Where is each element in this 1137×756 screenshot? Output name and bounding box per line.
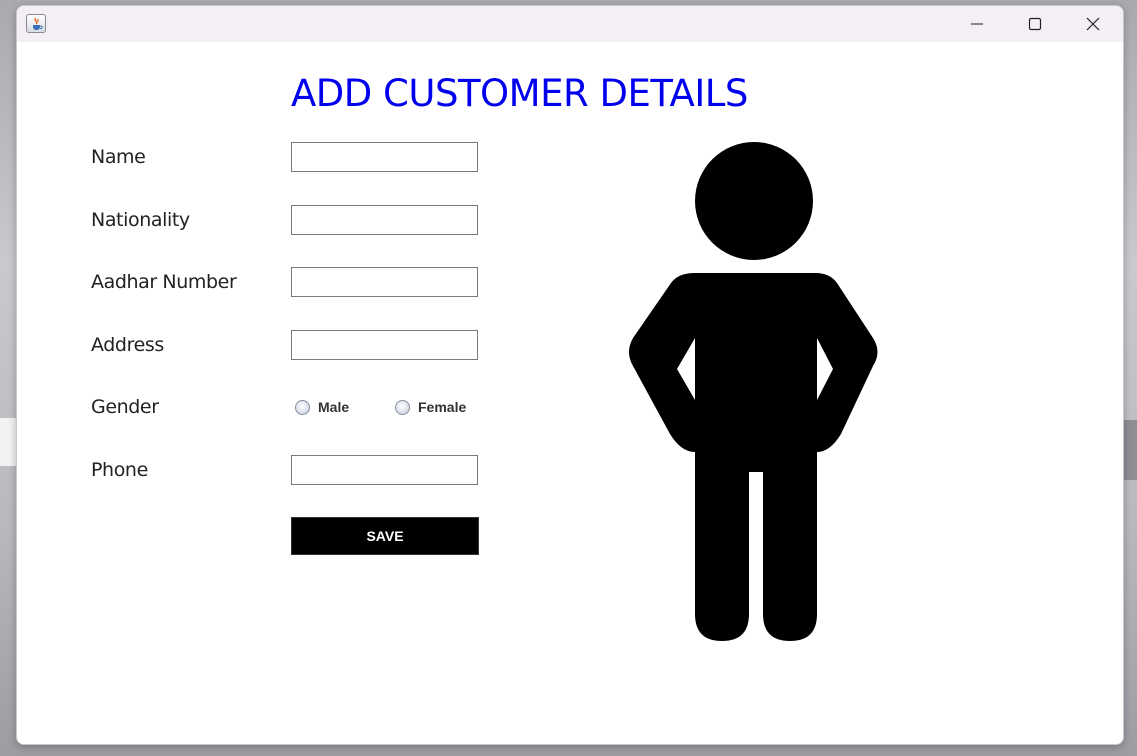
gender-option-label: Male bbox=[318, 399, 350, 415]
nationality-input[interactable] bbox=[291, 205, 478, 235]
app-window: ADD CUSTOMER DETAILS Name Nationality Aa… bbox=[16, 5, 1124, 745]
aadhar-number-label: Aadhar Number bbox=[91, 271, 237, 293]
minimize-button[interactable] bbox=[948, 6, 1006, 42]
page-title: ADD CUSTOMER DETAILS bbox=[291, 72, 748, 115]
nationality-label: Nationality bbox=[91, 209, 190, 231]
save-button[interactable]: SAVE bbox=[291, 517, 479, 555]
gender-radio-female[interactable]: Female bbox=[395, 399, 466, 415]
title-bar[interactable] bbox=[17, 6, 1123, 42]
maximize-button[interactable] bbox=[1006, 6, 1064, 42]
radio-button-icon[interactable] bbox=[395, 399, 410, 415]
java-cup-icon[interactable] bbox=[26, 14, 46, 33]
form-panel: ADD CUSTOMER DETAILS Name Nationality Aa… bbox=[17, 42, 1123, 744]
gender-option-label: Female bbox=[418, 399, 467, 415]
maximize-icon bbox=[1028, 17, 1042, 31]
close-button[interactable] bbox=[1064, 6, 1122, 42]
address-label: Address bbox=[91, 334, 164, 356]
radio-button-icon[interactable] bbox=[295, 399, 310, 415]
gender-label: Gender bbox=[91, 396, 159, 418]
address-input[interactable] bbox=[291, 330, 478, 360]
name-label: Name bbox=[91, 146, 146, 168]
close-icon bbox=[1086, 17, 1100, 31]
person-standing-icon bbox=[629, 142, 878, 641]
minimize-icon bbox=[971, 23, 983, 25]
phone-input[interactable] bbox=[291, 455, 478, 485]
gender-radio-male[interactable]: Male bbox=[295, 399, 349, 415]
name-input[interactable] bbox=[291, 142, 478, 172]
aadhar-number-input[interactable] bbox=[291, 267, 478, 297]
phone-label: Phone bbox=[91, 459, 148, 481]
